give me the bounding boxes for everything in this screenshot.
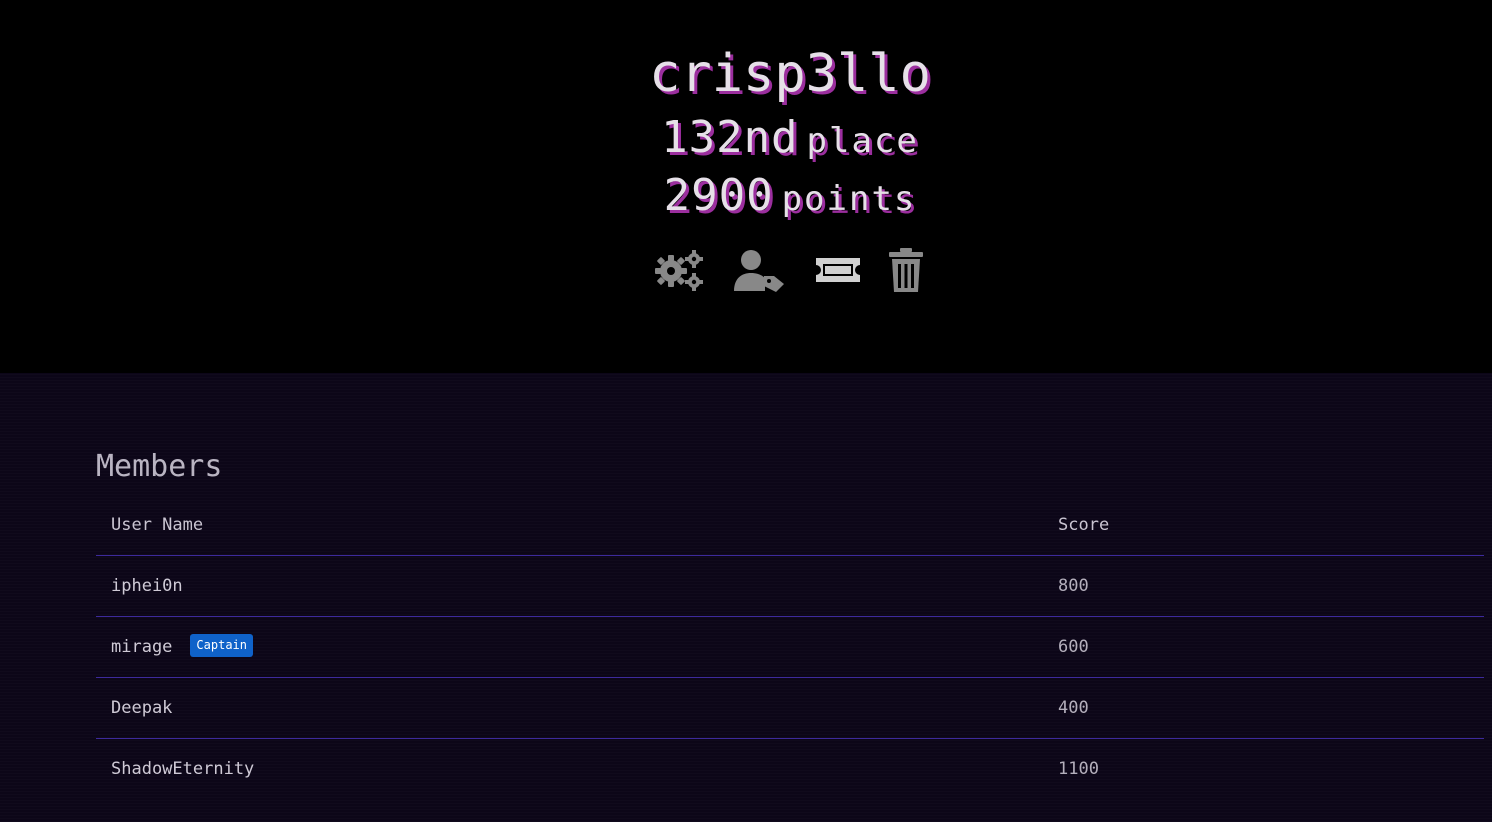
members-table: User Name Score iphei0n 800 mirage Captai… — [96, 494, 1484, 800]
team-header: crisp3llo 132nd place 2900 points — [0, 0, 1492, 373]
team-actions — [652, 246, 932, 296]
team-points: 2900 points — [0, 170, 1492, 221]
member-link[interactable]: Deepak — [111, 698, 172, 718]
captain-badge: Captain — [190, 633, 253, 657]
members-section: Members User Name Score iphei0n 800 mira… — [0, 373, 1492, 822]
settings-gears-icon — [655, 250, 703, 291]
member-link[interactable]: ShadowEternity — [111, 759, 254, 779]
member-link[interactable]: mirage — [111, 637, 172, 657]
place-label: place — [806, 121, 919, 161]
user-tag-icon — [734, 250, 784, 292]
member-score: 600 — [1058, 637, 1089, 657]
column-header-user-name: User Name — [111, 515, 204, 535]
members-title: Members — [96, 449, 223, 484]
trash-icon — [889, 248, 923, 292]
settings-button[interactable] — [652, 246, 708, 294]
ticket-icon — [816, 258, 860, 282]
member-link[interactable]: iphei0n — [111, 576, 183, 596]
member-name: iphei0n — [111, 556, 183, 617]
team-place: 132nd place — [0, 112, 1492, 163]
member-name: ShadowEternity — [111, 739, 254, 800]
table-header: User Name Score — [96, 494, 1484, 556]
member-score: 400 — [1058, 698, 1089, 718]
column-header-score: Score — [1058, 515, 1110, 535]
member-score: 800 — [1058, 576, 1089, 596]
member-score: 1100 — [1058, 759, 1099, 779]
member-name: mirage Captain — [111, 617, 253, 678]
table-row: iphei0n 800 — [96, 556, 1484, 617]
table-row: mirage Captain 600 — [96, 617, 1484, 678]
ticket-button[interactable] — [812, 246, 864, 294]
table-row: Deepak 400 — [96, 678, 1484, 739]
team-name: crisp3llo — [649, 44, 931, 104]
points-label: points — [781, 179, 917, 219]
place-value: 132nd — [661, 112, 799, 163]
delete-button[interactable] — [886, 246, 926, 294]
points-value: 2900 — [663, 170, 774, 221]
member-name: Deepak — [111, 678, 172, 739]
user-tag-button[interactable] — [732, 246, 788, 294]
table-row: ShadowEternity 1100 — [96, 739, 1484, 800]
